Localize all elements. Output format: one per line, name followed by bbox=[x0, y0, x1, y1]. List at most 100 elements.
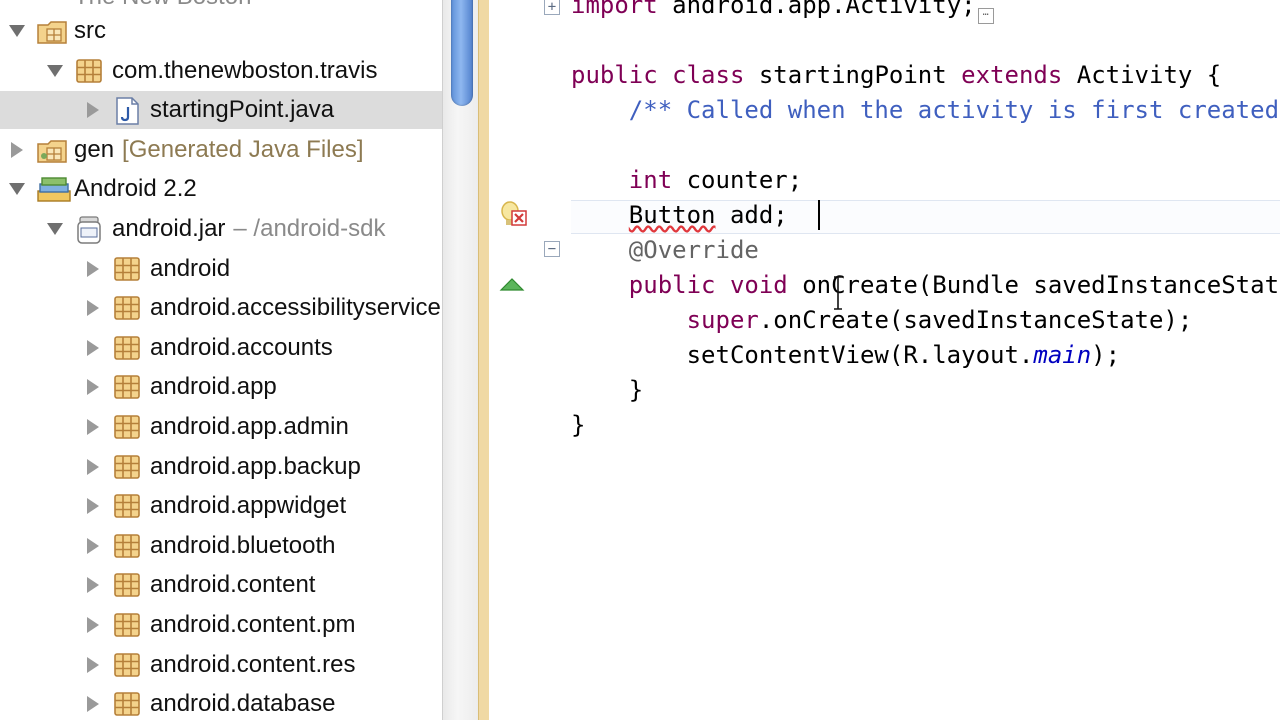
expand-arrow-icon[interactable] bbox=[84, 537, 102, 555]
tree-item-label: startingPoint.java bbox=[150, 96, 335, 124]
collapse-arrow-icon[interactable] bbox=[8, 180, 26, 198]
tree-item-gen[interactable]: gen [Generated Java Files] bbox=[0, 131, 442, 169]
tree-item-label: android.jar – /android-sdk bbox=[112, 215, 386, 242]
code-line-import[interactable]: import android.app.Activity;… bbox=[571, 0, 994, 24]
collapse-arrow-icon[interactable] bbox=[46, 62, 64, 80]
collapse-arrow-icon[interactable] bbox=[8, 22, 26, 40]
source-folder-icon bbox=[36, 17, 67, 45]
package-icon bbox=[112, 690, 142, 718]
code-line-oncreate[interactable]: public void onCreate(Bundle savedInstanc… bbox=[571, 268, 1280, 303]
tree-item-jar[interactable]: android.jar – /android-sdk bbox=[0, 210, 442, 248]
code-line-super[interactable]: super.onCreate(savedInstanceState); bbox=[571, 303, 1193, 338]
package-icon bbox=[112, 373, 142, 401]
ibeam-cursor-icon bbox=[834, 276, 842, 310]
tree-item-p9[interactable]: android.content bbox=[0, 566, 442, 604]
code-line-counter[interactable]: int counter; bbox=[571, 163, 802, 198]
tree-item-android22[interactable]: Android 2.2 bbox=[0, 170, 442, 208]
jar-icon bbox=[74, 215, 104, 244]
tree-item-src[interactable]: src bbox=[0, 12, 442, 50]
code-line-class[interactable]: public class startingPoint extends Activ… bbox=[571, 58, 1221, 93]
folding-bar: + − bbox=[539, 0, 567, 720]
code-token: public bbox=[571, 61, 658, 89]
code-token: .onCreate(savedInstanceState); bbox=[758, 306, 1193, 334]
expand-arrow-icon[interactable] bbox=[84, 497, 102, 515]
package-icon bbox=[112, 611, 142, 639]
tree-item-p7[interactable]: android.appwidget bbox=[0, 487, 442, 525]
expand-arrow-icon[interactable] bbox=[84, 616, 102, 634]
tree-item-p11[interactable]: android.content.res bbox=[0, 646, 442, 684]
tree-item-p12[interactable]: android.database bbox=[0, 685, 442, 720]
package-icon bbox=[112, 294, 142, 322]
override-indicator-icon[interactable] bbox=[499, 276, 525, 292]
code-line-close1[interactable]: } bbox=[571, 373, 643, 408]
java-editor[interactable]: import android.app.Activity;… public clas… bbox=[567, 0, 1280, 720]
tree-item-label: android bbox=[150, 254, 231, 282]
package-icon bbox=[112, 413, 142, 441]
expand-arrow-icon[interactable] bbox=[84, 418, 102, 436]
fold-collapse-oncreate-button[interactable]: − bbox=[544, 241, 560, 257]
tree-item-p1[interactable]: android bbox=[0, 250, 442, 288]
tree-item-p3[interactable]: android.accounts bbox=[0, 329, 442, 367]
code-token: extends bbox=[961, 61, 1063, 89]
tree-item-p4[interactable]: android.app bbox=[0, 368, 442, 406]
expand-arrow-icon[interactable] bbox=[84, 656, 102, 674]
code-line-setcontent[interactable]: setContentView(R.layout.main); bbox=[571, 338, 1120, 373]
expand-arrow-icon[interactable] bbox=[8, 141, 26, 159]
expand-arrow-icon[interactable] bbox=[84, 695, 102, 713]
expand-arrow-icon[interactable] bbox=[84, 378, 102, 396]
code-token: int bbox=[628, 166, 673, 194]
code-token: main bbox=[1033, 341, 1092, 369]
tree-item-label: android.content.pm bbox=[150, 611, 356, 638]
code-line-button[interactable]: Button add; bbox=[571, 198, 788, 233]
code-line-close2[interactable]: } bbox=[571, 408, 585, 443]
code-token: public bbox=[628, 271, 716, 299]
library-icon bbox=[36, 175, 71, 203]
expand-arrow-icon[interactable] bbox=[84, 576, 102, 594]
package-icon bbox=[112, 453, 142, 481]
tree-item-label: android.database bbox=[150, 690, 336, 718]
code-token: android.app.Activity; bbox=[657, 0, 976, 19]
text-caret bbox=[818, 200, 820, 230]
expand-arrow-icon[interactable] bbox=[84, 299, 102, 317]
code-token: } bbox=[571, 411, 586, 439]
code-line-comment[interactable]: /** Called when the activity is first cr… bbox=[571, 93, 1280, 128]
fold-expand-imports-button[interactable]: + bbox=[544, 0, 560, 15]
expand-arrow-icon[interactable] bbox=[84, 458, 102, 476]
tree-item-p5[interactable]: android.app.admin bbox=[0, 408, 442, 446]
tree-item-p10[interactable]: android.content.pm bbox=[0, 606, 442, 644]
tree-item-label: android.accessibilityservice bbox=[150, 294, 441, 322]
code-line-override[interactable]: @Override bbox=[571, 233, 759, 268]
collapse-arrow-icon[interactable] bbox=[46, 220, 64, 238]
tree-item-label: Android 2.2 bbox=[74, 175, 197, 203]
tree-item-label: com.thenewboston.travis bbox=[112, 56, 378, 84]
code-token: Activity { bbox=[1062, 61, 1222, 89]
code-token: startingPoint bbox=[744, 61, 962, 89]
expand-arrow-icon[interactable] bbox=[84, 339, 102, 357]
code-token: class bbox=[672, 61, 745, 89]
tree-item-pkg[interactable]: com.thenewboston.travis bbox=[0, 52, 442, 90]
tree-item-p6[interactable]: android.app.backup bbox=[0, 448, 442, 486]
package-icon bbox=[74, 57, 104, 85]
editor-vertical-ruler bbox=[489, 0, 539, 720]
scrollbar-thumb[interactable] bbox=[451, 0, 473, 106]
package-icon bbox=[112, 571, 142, 599]
tree-item-label: android.bluetooth bbox=[150, 531, 336, 559]
code-token: super bbox=[686, 306, 759, 334]
collapsed-region-icon[interactable]: … bbox=[977, 8, 994, 24]
explorer-scrollbar[interactable] bbox=[442, 0, 479, 720]
expand-arrow-icon[interactable] bbox=[84, 101, 102, 119]
package-icon bbox=[112, 532, 142, 560]
tree-item-p8[interactable]: android.bluetooth bbox=[0, 527, 442, 565]
expand-arrow-icon[interactable] bbox=[84, 260, 102, 278]
code-token: setContentView(R.layout. bbox=[571, 341, 1034, 369]
code-token: /** Called when the activity is first cr… bbox=[628, 96, 1280, 124]
package-explorer: The New Boston src com.thenewboston.trav… bbox=[0, 0, 442, 720]
tree-item-label: android.app.backup bbox=[150, 452, 361, 480]
tree-item-java[interactable]: startingPoint.java bbox=[0, 91, 442, 130]
quickfix-error-icon[interactable] bbox=[497, 198, 531, 234]
tree-item-p2[interactable]: android.accessibilityservice bbox=[0, 289, 442, 327]
